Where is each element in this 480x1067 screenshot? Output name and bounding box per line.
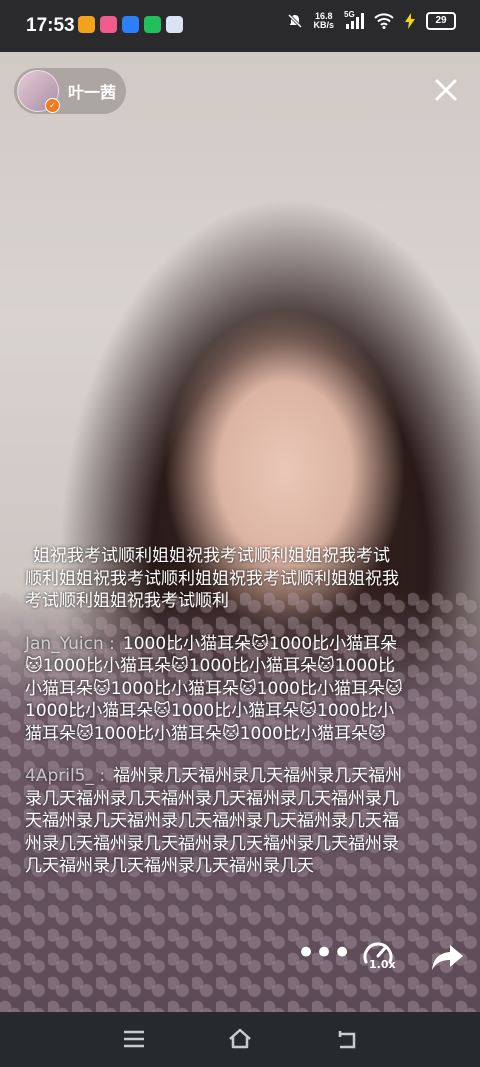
video-background	[0, 0, 480, 1067]
comment-item: 4April5_ : 福州录几天福州录几天福州录几天福州录几天福州录几天福州录几天…	[25, 765, 405, 878]
author-pill[interactable]: ✓ 叶一茜	[14, 68, 126, 114]
home-button[interactable]	[227, 1027, 253, 1051]
weibo-notification-icon	[78, 16, 95, 33]
wechat-notification-icon	[144, 16, 161, 33]
comment-text: 姐祝我考试顺利姐姐祝我考试顺利姐姐祝我考试顺利姐姐祝我考试顺利姐姐祝我考试顺利姐…	[25, 546, 399, 611]
back-icon	[338, 1031, 356, 1049]
comment-user[interactable]: 4April5_ :	[25, 766, 105, 786]
share-button[interactable]	[430, 942, 466, 974]
comment-item: 姐祝我考试顺利姐姐祝我考试顺利姐姐祝我考试顺利姐姐祝我考试顺利姐姐祝我考试顺利姐…	[25, 545, 405, 613]
system-navigation-bar	[0, 1012, 480, 1067]
playback-speed-label: 1.0x	[369, 958, 396, 971]
video-app-notification-icon	[100, 16, 117, 33]
signal-icon: 5G	[344, 10, 364, 30]
status-time: 17:53	[26, 15, 75, 36]
back-button[interactable]	[334, 1027, 360, 1051]
more-button[interactable]: •••	[296, 936, 352, 970]
home-icon	[229, 1028, 251, 1049]
live-stream-screen: 17:53 16.8 KB/s 5G 29 ✓ 叶一茜 姐祝我考试顺利姐姐祝我考…	[0, 0, 480, 1067]
mute-bell-icon	[288, 13, 303, 29]
app-notification-icon	[166, 16, 183, 33]
charging-icon	[405, 13, 415, 29]
verified-badge-icon: ✓	[45, 98, 60, 113]
avatar[interactable]: ✓	[17, 70, 60, 113]
status-bar: 17:53 16.8 KB/s 5G 29	[0, 0, 480, 52]
status-indicators: 16.8 KB/s 5G 29	[287, 10, 456, 30]
meeting-app-notification-icon	[122, 16, 139, 33]
battery-indicator: 29	[426, 12, 456, 30]
comment-user[interactable]: Jan_Yuicn :	[25, 634, 115, 654]
playback-speed-button[interactable]: 1.0x	[360, 940, 402, 976]
share-icon	[432, 945, 463, 970]
notification-icons	[78, 16, 183, 33]
comment-item: Jan_Yuicn :1000比小猫耳朵🐱1000比小猫耳朵🐱1000比小猫耳朵…	[25, 633, 405, 746]
wifi-icon	[374, 13, 394, 29]
menu-icon	[124, 1030, 144, 1048]
more-icon: •••	[296, 933, 352, 973]
menu-button[interactable]	[121, 1027, 147, 1051]
close-button[interactable]	[430, 74, 462, 106]
author-name[interactable]: 叶一茜	[68, 79, 116, 103]
comment-list: 姐祝我考试顺利姐姐祝我考试顺利姐姐祝我考试顺利姐姐祝我考试顺利姐姐祝我考试顺利姐…	[25, 545, 405, 898]
network-speed: 16.8 KB/s	[313, 11, 334, 30]
close-icon	[435, 79, 457, 101]
